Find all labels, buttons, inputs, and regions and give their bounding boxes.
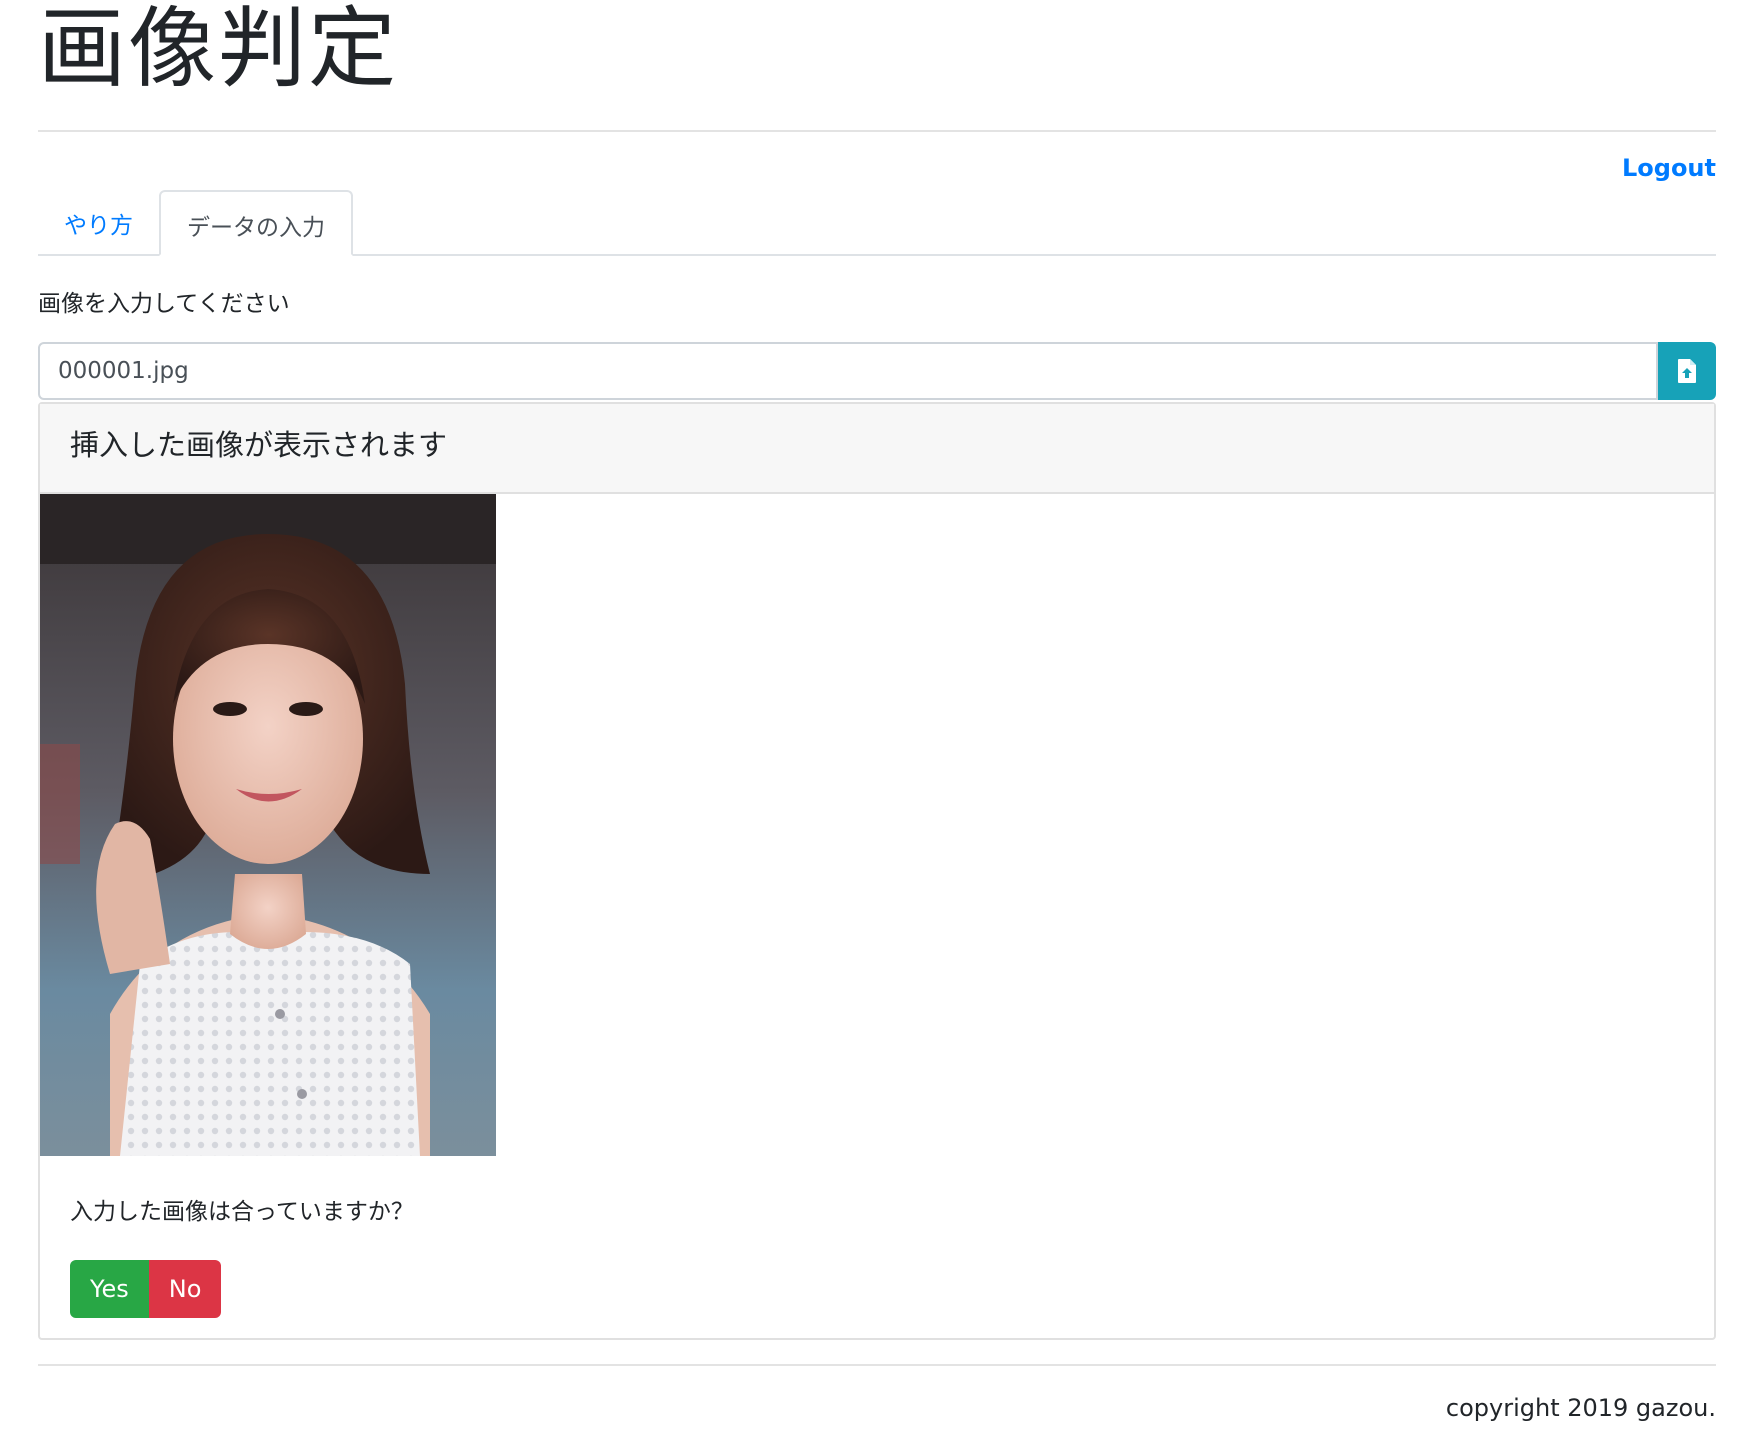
answer-button-group: Yes No <box>70 1260 1714 1318</box>
footer-copyright: copyright 2019 gazou. <box>1445 1394 1716 1422</box>
page-title: 画像判定 <box>38 0 399 100</box>
preview-card: 挿入した画像が表示されます 入力した画像は合っていますか？ Yes No <box>38 402 1716 1340</box>
file-upload-icon <box>1678 359 1696 383</box>
instruction-text: 画像を入力してください <box>38 291 290 317</box>
no-button[interactable]: No <box>148 1260 222 1318</box>
logout-link[interactable]: Logout <box>1622 154 1716 182</box>
file-input-group: 000001.jpg <box>38 342 1716 400</box>
confirmation-question: 入力した画像は合っていますか？ <box>70 1199 414 1225</box>
file-name-field[interactable]: 000001.jpg <box>38 342 1658 400</box>
footer-divider <box>38 1364 1716 1366</box>
tab-data-input[interactable]: データの入力 <box>159 190 353 256</box>
tab-bar: やり方 データの入力 <box>38 190 1716 256</box>
upload-button[interactable] <box>1658 342 1716 400</box>
tab-instructions[interactable]: やり方 <box>38 190 159 254</box>
uploaded-photo <box>40 494 496 1156</box>
page-container: 画像判定 Logout やり方 データの入力 画像を入力してください 00000… <box>38 0 1716 1422</box>
preview-card-header: 挿入した画像が表示されます <box>40 404 1714 494</box>
top-nav: Logout <box>38 132 1716 188</box>
yes-button[interactable]: Yes <box>70 1260 149 1318</box>
